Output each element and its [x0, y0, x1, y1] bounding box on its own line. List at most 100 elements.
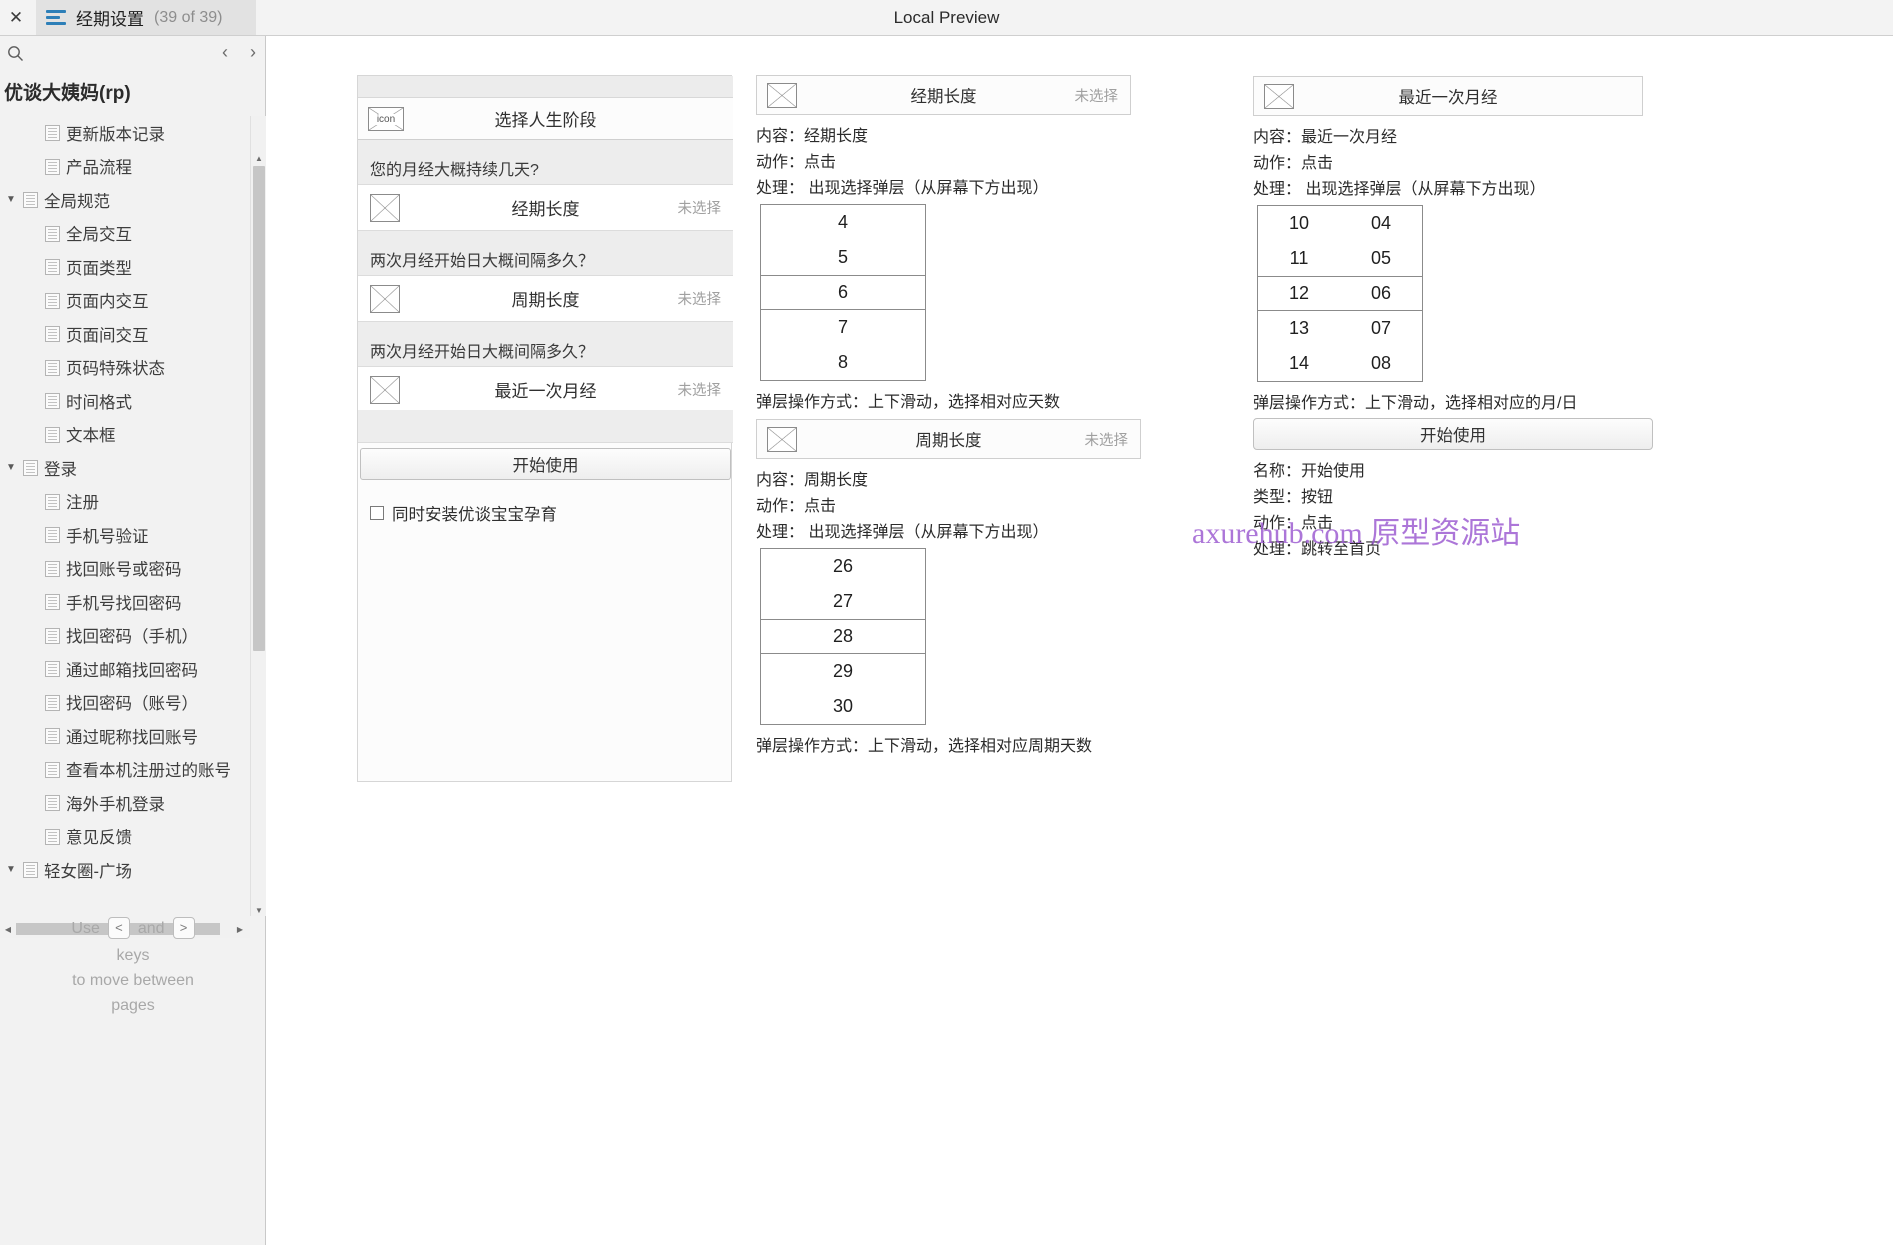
picker-option-selected[interactable]: 6	[761, 275, 925, 310]
picker-option[interactable]: 13	[1258, 311, 1340, 346]
help-use-text: Use	[71, 920, 100, 937]
picker-option[interactable]: 29	[761, 654, 925, 689]
page-icon	[45, 560, 60, 577]
image-placeholder-icon	[370, 376, 400, 404]
sidebar-item-11[interactable]: 注册	[0, 485, 250, 519]
picker-option[interactable]: 30	[761, 689, 925, 724]
annotation-footer-period-length: 弹层操作方式：上下滑动，选择相对应天数	[756, 394, 1061, 411]
sidebar-item-20[interactable]: 海外手机登录	[0, 786, 250, 820]
phone-nav-title: 选择人生阶段	[494, 111, 597, 130]
annotation-lines-cycle-length: 内容：周期长度 动作：点击 处理： 出现选择弹层（从屏幕下方出现）	[756, 468, 1141, 546]
page-icon	[45, 225, 60, 242]
picker-period-length[interactable]: 4 5 6 7 8	[760, 204, 926, 381]
install-checkbox[interactable]	[370, 506, 384, 520]
app-title: Local Preview	[893, 7, 1000, 27]
sidebar-item-5[interactable]: 页面内交互	[0, 284, 250, 318]
picker-option[interactable]: 14	[1258, 346, 1340, 381]
page-icon	[45, 527, 60, 543]
picker-option[interactable]: 10	[1258, 206, 1340, 241]
sidebar-item-label: 文本框	[66, 427, 116, 446]
sidebar-toolbar: ‹ ›	[0, 36, 266, 68]
help-line-keys: keys	[116, 947, 150, 964]
page-tab[interactable]: 经期设置 (39 of 39)	[36, 0, 256, 35]
sidebar-item-21[interactable]: 意见反馈	[0, 820, 250, 854]
sidebar-item-0[interactable]: 更新版本记录	[0, 116, 250, 150]
annotation-line: 处理：跳转至首页	[1253, 541, 1382, 558]
annotation-header-cycle-length[interactable]: 周期长度 未选择	[756, 419, 1141, 459]
picker-option-selected[interactable]: 06	[1340, 276, 1422, 311]
picker-option[interactable]: 07	[1340, 311, 1422, 346]
picker-option-selected[interactable]: 28	[761, 619, 925, 654]
sidebar-item-label: 通过邮箱找回密码	[66, 661, 198, 680]
image-placeholder-icon	[370, 285, 400, 313]
tree-vertical-scroll-thumb[interactable]	[253, 166, 265, 651]
annotation-line: 名称：开始使用	[1253, 463, 1366, 480]
page-tab-count: (39 of 39)	[154, 8, 223, 26]
install-companion-app-row[interactable]: 同时安装优谈宝宝孕育	[370, 501, 557, 525]
picker-option[interactable]: 27	[761, 584, 925, 619]
picker-option[interactable]: 05	[1340, 241, 1422, 276]
page-icon	[45, 594, 60, 610]
annotation-lines-period-length: 内容：经期长度 动作：点击 处理： 出现选择弹层（从屏幕下方出现）	[756, 124, 1131, 202]
field-row-cycle-length[interactable]: 周期长度 未选择	[358, 276, 733, 322]
search-icon[interactable]	[4, 42, 26, 64]
sidebar-item-22[interactable]: ▼ 轻女圈-广场	[0, 853, 250, 887]
sidebar-item-19[interactable]: 查看本机注册过的账号	[0, 753, 250, 787]
tree-vertical-scrollbar[interactable]: ▲ ▼	[250, 116, 266, 916]
sidebar-item-17[interactable]: 找回密码（账号）	[0, 686, 250, 720]
picker-option[interactable]: 7	[761, 310, 925, 345]
scroll-up-arrow[interactable]: ▲	[251, 150, 267, 166]
sidebar-item-12[interactable]: 手机号验证	[0, 518, 250, 552]
sidebar-item-label: 找回密码（手机）	[66, 628, 198, 647]
previous-page-button[interactable]: ‹	[212, 39, 238, 65]
sidebar-item-3[interactable]: 全局交互	[0, 217, 250, 251]
page-icon	[45, 694, 60, 711]
sidebar-item-18[interactable]: 通过昵称找回账号	[0, 719, 250, 753]
annotation-header-last-period[interactable]: 最近一次月经	[1253, 76, 1643, 116]
picker-cycle-length[interactable]: 26 27 28 29 30	[760, 548, 926, 725]
picker-option[interactable]: 8	[761, 345, 925, 380]
sidebar-item-4[interactable]: 页面类型	[0, 250, 250, 284]
sidebar-item-8[interactable]: 时间格式	[0, 384, 250, 418]
sidebar-item-6[interactable]: 页面间交互	[0, 317, 250, 351]
sidebar-item-2[interactable]: ▼ 全局规范	[0, 183, 250, 217]
chevron-down-icon[interactable]: ▼	[4, 462, 18, 473]
annotation-title-last-period: 最近一次月经	[1398, 89, 1498, 107]
chevron-down-icon[interactable]: ▼	[4, 194, 18, 205]
annotation-header-period-length[interactable]: 经期长度 未选择	[756, 75, 1131, 115]
picker-last-period[interactable]: 10 11 12 13 14 04 05 06 07 08	[1257, 205, 1423, 382]
picker-column-month: 10 11 12 13 14	[1258, 206, 1340, 381]
picker-option[interactable]: 26	[761, 549, 925, 584]
picker-option[interactable]: 08	[1340, 346, 1422, 381]
sidebar-item-9[interactable]: 文本框	[0, 418, 250, 452]
sidebar-item-10[interactable]: ▼ 登录	[0, 451, 250, 485]
picker-option[interactable]: 04	[1340, 206, 1422, 241]
sidebar-item-16[interactable]: 通过邮箱找回密码	[0, 652, 250, 686]
sidebar-item-label: 手机号找回密码	[66, 594, 182, 613]
page-icon	[45, 359, 60, 376]
picker-option[interactable]: 11	[1258, 241, 1340, 276]
picker-option[interactable]: 4	[761, 205, 925, 240]
image-placeholder-icon	[370, 194, 400, 222]
sidebar-item-7[interactable]: 页码特殊状态	[0, 351, 250, 385]
picker-option[interactable]: 5	[761, 240, 925, 275]
next-page-button[interactable]: ›	[240, 39, 266, 65]
sidebar-item-13[interactable]: 找回账号或密码	[0, 552, 250, 586]
field-row-last-period[interactable]: 最近一次月经 未选择	[358, 367, 733, 413]
sidebar-item-1[interactable]: 产品流程	[0, 150, 250, 184]
sidebar-item-14[interactable]: 手机号找回密码	[0, 585, 250, 619]
sidebar-item-15[interactable]: 找回密码（手机）	[0, 619, 250, 653]
start-using-button[interactable]: 开始使用	[360, 448, 731, 480]
sidebar-item-label: 页面间交互	[66, 326, 149, 345]
start-using-button-sample[interactable]: 开始使用	[1253, 418, 1653, 450]
chevron-down-icon[interactable]: ▼	[4, 864, 18, 875]
close-button[interactable]: ✕	[0, 0, 32, 35]
sidebar-item-label: 注册	[66, 494, 99, 513]
picker-option-selected[interactable]: 12	[1258, 276, 1340, 311]
sidebar-item-label: 通过昵称找回账号	[66, 728, 198, 747]
field-value-last-period: 未选择	[677, 383, 722, 399]
install-checkbox-label: 同时安装优谈宝宝孕育	[392, 506, 557, 524]
phone-spacer	[358, 410, 733, 443]
sidebar-item-label: 手机号验证	[66, 527, 149, 546]
field-row-period-length[interactable]: 经期长度 未选择	[358, 185, 733, 231]
